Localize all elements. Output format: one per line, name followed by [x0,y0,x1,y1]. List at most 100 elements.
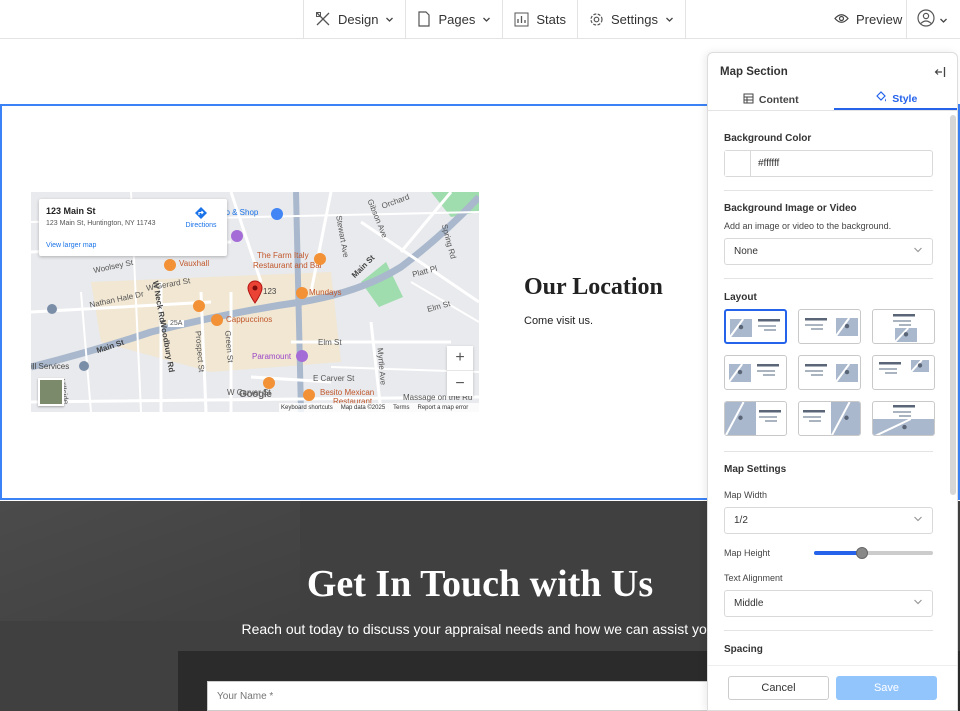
map-data-text: Map data ©2025 [340,404,386,411]
map-card-address: 123 Main St, Huntington, NY 11743 [46,220,156,227]
chevron-down-icon [385,15,394,24]
zoom-out-button[interactable]: − [447,371,473,396]
layout-option[interactable] [724,309,787,344]
panel-scrollbar[interactable] [950,115,956,495]
map-label: E Carver St [313,374,355,383]
cafe-icon [211,313,223,331]
main-nav: Design Pages Stats Settings [303,0,686,38]
zoom-in-button[interactable]: + [447,346,473,371]
terms-link[interactable]: Terms [393,405,409,411]
layout-option[interactable] [724,355,787,390]
account-menu[interactable] [917,9,948,32]
panel-footer: Cancel Save [708,665,957,710]
slider-fill [814,551,862,555]
nav-settings-label: Settings [610,11,658,27]
layout-option[interactable] [872,401,935,436]
name-input[interactable] [207,681,727,711]
satellite-toggle[interactable] [38,378,64,406]
bg-media-select[interactable]: None [724,238,933,265]
panel-tabs: Content Style [708,89,957,111]
place-icon [46,302,58,320]
layout-option[interactable] [798,401,861,436]
map-zoom-control: + − [447,346,473,396]
map-width-select[interactable]: 1/2 [724,507,933,534]
tab-content-label: Content [758,93,799,106]
map-width-value: 1/2 [734,515,748,526]
keyboard-shortcuts-link[interactable]: Keyboard shortcuts [281,405,333,411]
nav-settings[interactable]: Settings [578,0,686,38]
map-card-title: 123 Main St [46,206,96,216]
route-shield: 25A [168,320,185,327]
place-icon [78,359,90,377]
restaurant-icon [296,286,308,304]
text-alignment-select[interactable]: Middle [724,590,933,617]
map-pin-icon[interactable] [247,280,263,309]
layout-option[interactable] [798,309,861,344]
chevron-down-icon [913,514,923,527]
table-icon [743,93,754,107]
nav-stats[interactable]: Stats [503,0,578,38]
divider [724,630,933,631]
divider [724,190,933,191]
preview-button[interactable]: Preview [834,0,902,38]
layout-option[interactable] [724,401,787,436]
location-subtitle: Come visit us. [524,315,594,327]
layout-option[interactable] [798,355,861,390]
chevron-down-icon [913,245,923,258]
save-button[interactable]: Save [836,676,937,700]
cancel-button[interactable]: Cancel [728,676,829,700]
nav-design[interactable]: Design [304,0,407,38]
background-color-value: #ffffff [758,158,780,169]
map-label: 123 [263,287,277,296]
layout-label: Layout [724,292,757,303]
location-title: Our Location [524,274,663,300]
theater-icon [231,229,243,247]
gear-icon [589,12,604,27]
layout-option[interactable] [872,309,935,344]
layout-options [724,309,936,436]
preview-label: Preview [856,11,903,27]
text-alignment-label: Text Alignment [724,573,783,583]
bg-media-value: None [734,246,758,257]
divider [724,278,933,279]
map-label: Paramount [252,352,292,361]
restaurant-icon [164,258,176,276]
collapse-panel-icon[interactable] [934,65,946,83]
nav-pages[interactable]: Pages [406,0,504,38]
bg-media-label: Background Image or Video [724,203,857,214]
layout-option[interactable] [872,355,935,390]
nav-pages-label: Pages [438,11,476,27]
panel-title: Map Section [720,66,788,78]
divider [724,451,933,452]
google-logo: Google [239,389,272,400]
color-swatch[interactable] [725,151,751,176]
chevron-down-icon [482,15,491,24]
slider-knob[interactable] [855,547,868,559]
map-label: ill Services [31,362,70,371]
user-avatar-icon [917,9,935,32]
directions-button[interactable]: Directions [181,206,221,229]
bg-media-help: Add an image or video to the background. [724,221,892,231]
tab-style[interactable]: Style [833,89,957,110]
map-attribution: Keyboard shortcuts Map data ©2025 Terms … [279,403,479,412]
tab-content[interactable]: Content [708,89,834,110]
map-height-slider[interactable] [814,547,933,559]
nav-design-label: Design [338,11,379,27]
bar-chart-icon [514,12,529,27]
map-label: The Farm Italy [257,251,309,260]
background-color-label: Background Color [724,133,812,144]
view-larger-map-link[interactable]: View larger map [46,242,96,249]
settings-panel: Map Section Content Style Background Col… [707,52,958,711]
map-label: Cappuccinos [226,315,273,324]
directions-label: Directions [185,222,217,229]
background-color-field[interactable]: #ffffff [724,150,933,177]
tab-style-label: Style [892,92,918,105]
paint-bucket-icon [875,91,887,106]
chevron-down-icon [939,12,948,30]
map-width-label: Map Width [724,490,768,500]
report-error-link[interactable]: Report a map error [418,405,469,411]
shop-icon [271,207,283,225]
map-info-card: 123 Main St 123 Main St, Huntington, NY … [39,199,227,256]
map-label: Besito Mexican [320,388,375,397]
map-height-label: Map Height [724,548,771,558]
